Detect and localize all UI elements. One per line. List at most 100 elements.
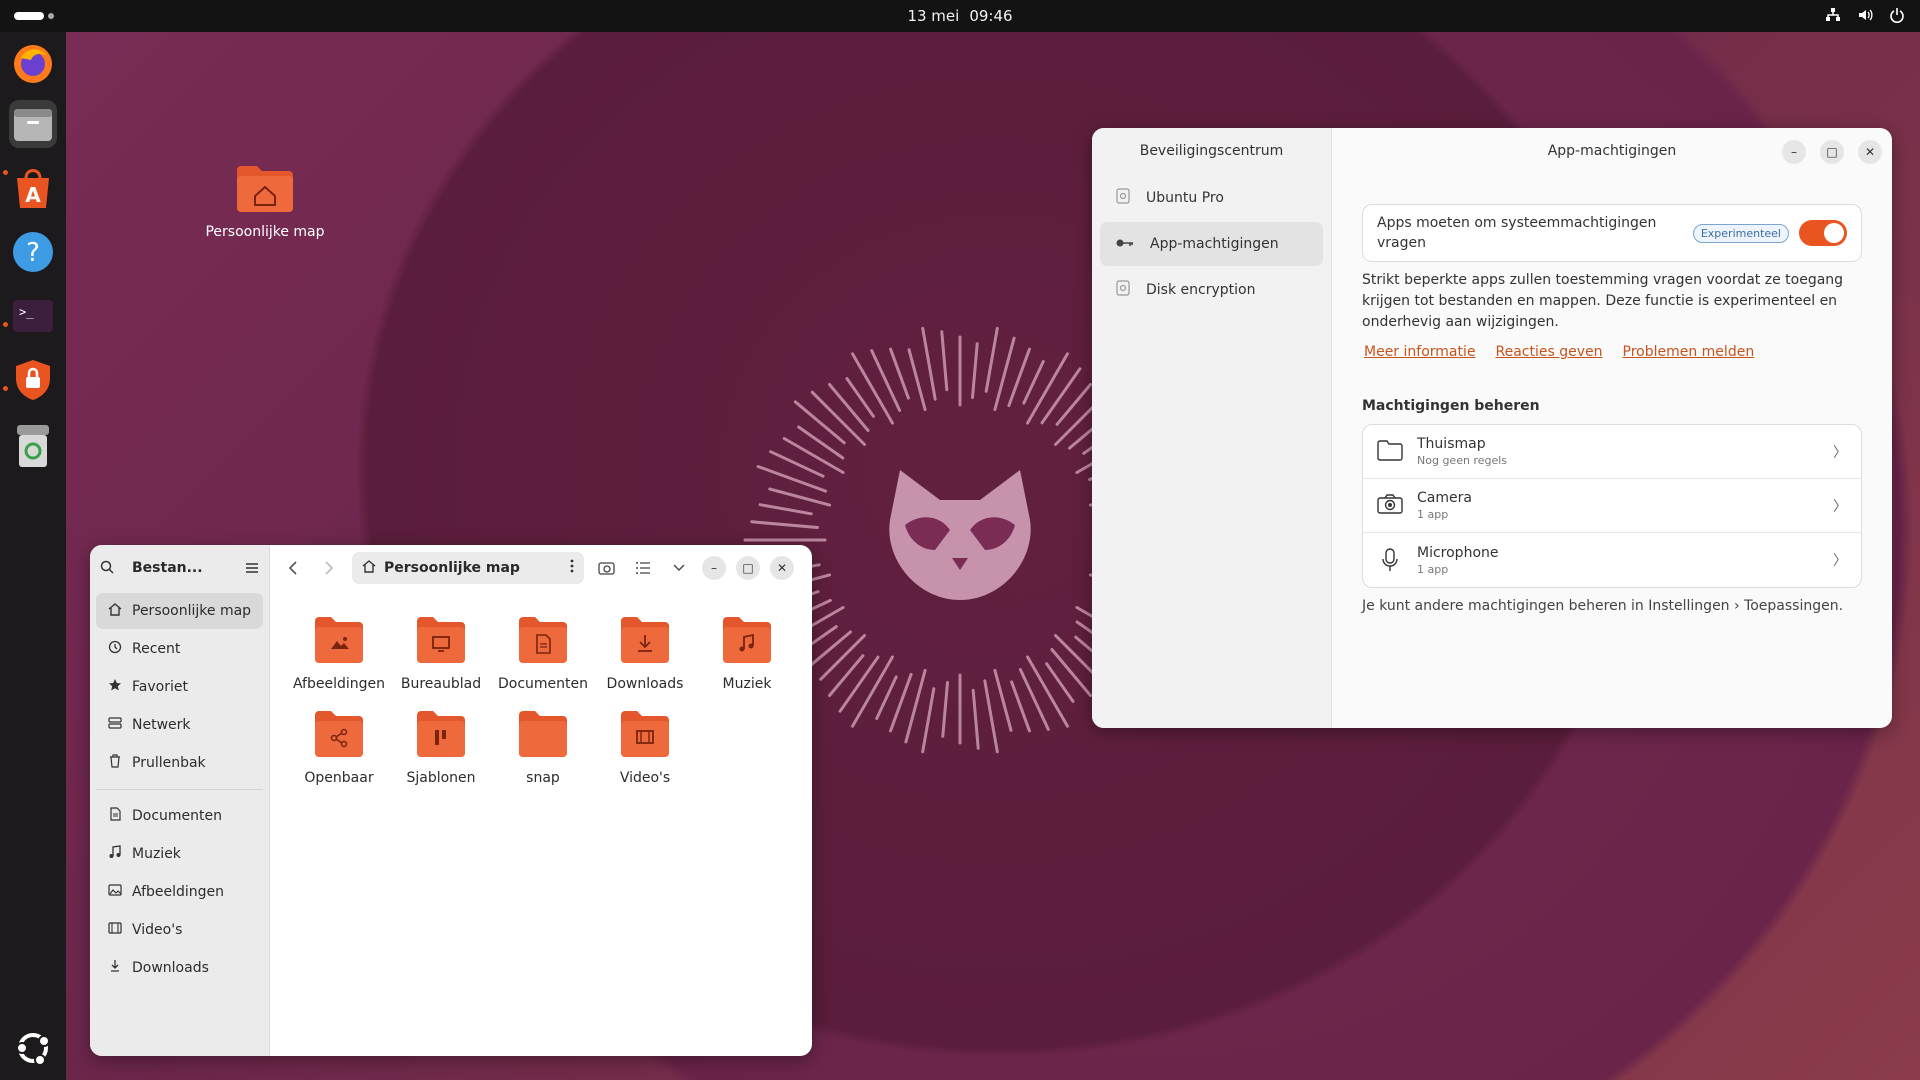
more-info-link[interactable]: Meer informatie [1364,344,1476,360]
folder-item[interactable]: Muziek [696,613,798,693]
settings-footnote: Je kunt andere machtigingen beheren in I… [1362,598,1844,614]
close-button[interactable]: ✕ [770,556,794,580]
folder-label: Downloads [606,676,684,692]
permission-subtitle: 1 app [1417,508,1449,521]
camera-icon [1377,493,1403,519]
music-folder-icon [723,617,771,663]
folder-item[interactable]: Bureaublad [390,613,492,693]
permission-subtitle: 1 app [1417,562,1449,576]
forward-icon[interactable] [316,555,342,581]
home-icon [108,602,122,620]
sidebar-item-favoriet[interactable]: Favoriet [96,669,263,705]
network-icon [108,716,122,734]
close-button[interactable]: ✕ [1858,140,1882,164]
running-indicator [3,386,8,391]
bookmark-documenten[interactable]: Documenten [96,798,263,834]
workspace-active-pill [14,12,44,20]
folder-label: snap [526,770,560,786]
power-icon[interactable] [1888,6,1906,24]
more-options-icon[interactable] [570,559,574,577]
toggle-label: Apps moeten om systeemmachtigingen vrage… [1377,215,1657,251]
nav-ubuntu-pro[interactable]: Ubuntu Pro [1100,176,1323,220]
image-icon [108,883,122,901]
permission-title: Microphone [1417,544,1499,561]
folder-item[interactable]: Sjablonen [390,707,492,787]
bookmark-video-s[interactable]: Video's [96,912,263,948]
chevron-right-icon: 〉 [1833,444,1847,461]
folder-label: Muziek [722,676,772,692]
report-problems-link[interactable]: Problemen melden [1623,344,1755,360]
folder-grid: Afbeeldingen Bureaublad Documenten Download… [288,613,798,787]
desktop-icon-label: Persoonlijke map [205,224,325,240]
show-apps-icon[interactable] [9,1024,57,1072]
system-tray[interactable] [1824,6,1906,24]
bookmark-downloads[interactable]: Downloads [96,950,263,986]
svg-text:>_: >_ [19,305,34,319]
desktop-folder-icon [417,617,465,663]
permission-prompt-switch[interactable] [1799,220,1847,246]
folder-item[interactable]: Afbeeldingen [288,613,390,693]
firefox-icon[interactable] [9,40,57,88]
hamburger-menu-icon[interactable] [245,559,259,578]
activities-indicator[interactable] [14,12,54,20]
dock: A ? >_ [0,32,66,1080]
folder-item[interactable]: Video's [594,707,696,787]
feature-description: Strikt beperkte apps zullen toestemming … [1362,272,1844,330]
security-sidebar-title: Beveiligingscentrum [1139,143,1284,159]
nav-app-permissions[interactable]: App-machtigingen [1100,222,1323,266]
network-icon[interactable] [1824,6,1842,24]
permission-row-home[interactable]: Thuismap Nog geen regels 〉 [1363,425,1861,479]
folder-label: Openbaar [304,770,374,786]
chevron-right-icon: 〉 [1833,553,1847,569]
permission-row-microphone[interactable]: Microphone 1 app 〉 [1363,533,1861,587]
chevron-right-icon: 〉 [1833,498,1847,515]
bookmark-afbeeldingen[interactable]: Afbeeldingen [96,874,263,910]
svg-text:?: ? [26,238,40,268]
back-icon[interactable] [280,555,306,581]
desktop-home-folder[interactable]: Persoonlijke map [200,162,330,240]
sidebar-item-netwerk[interactable]: Netwerk [96,707,263,743]
help-icon[interactable]: ? [9,228,57,276]
path-bar[interactable]: Persoonlijke map [352,552,584,584]
nav-label: Disk encryption [1146,282,1256,298]
folder-item[interactable]: Downloads [594,613,696,693]
star-icon [108,678,122,696]
list-view-icon[interactable] [630,555,656,581]
minimize-button[interactable]: – [1782,140,1806,164]
clock[interactable]: 13 mei 09:46 [907,7,1012,25]
permission-prompt-toggle-row: Apps moeten om systeemmachtigingen vrage… [1362,204,1862,262]
nav-label: App-machtigingen [1150,236,1279,252]
bookmark-muziek[interactable]: Muziek [96,836,263,872]
sidebar-item-label: Recent [132,641,181,657]
disk-icon [1116,280,1130,300]
minimize-button[interactable]: – [702,556,726,580]
nav-disk-encryption[interactable]: Disk encryption [1100,268,1323,312]
section-title: Machtigingen beheren [1362,398,1540,414]
files-app-icon[interactable] [9,100,57,148]
folder-item[interactable]: Openbaar [288,707,390,787]
folder-item[interactable]: Documenten [492,613,594,693]
folder-label: Video's [619,770,671,786]
view-options-chevron-icon[interactable] [666,555,692,581]
volume-icon[interactable] [1856,6,1874,24]
terminal-icon[interactable]: >_ [9,292,57,340]
maximize-button[interactable]: □ [1820,140,1844,164]
links-row: Meer informatie Reacties geven Problemen… [1364,344,1754,360]
trash-icon [108,754,122,772]
maximize-button[interactable]: □ [736,556,760,580]
new-folder-icon[interactable] [594,555,620,581]
sidebar-item-recent[interactable]: Recent [96,631,263,667]
sidebar-item-prullenbak[interactable]: Prullenbak [96,745,263,781]
app-center-icon[interactable]: A [9,164,57,212]
trash-icon[interactable] [9,422,57,470]
folder-item[interactable]: snap [492,707,594,787]
give-feedback-link[interactable]: Reacties geven [1496,344,1603,360]
folder-label: Documenten [497,676,588,692]
search-icon[interactable] [100,559,114,578]
security-center-icon[interactable] [9,356,57,404]
document-icon [108,807,122,825]
ubuntu-pro-icon [1116,188,1130,208]
permission-row-camera[interactable]: Camera 1 app 〉 [1363,479,1861,533]
sidebar-item-persoonlijke-map[interactable]: Persoonlijke map [96,593,263,629]
files-toolbar: Persoonlijke map – □ ✕ [270,545,812,591]
